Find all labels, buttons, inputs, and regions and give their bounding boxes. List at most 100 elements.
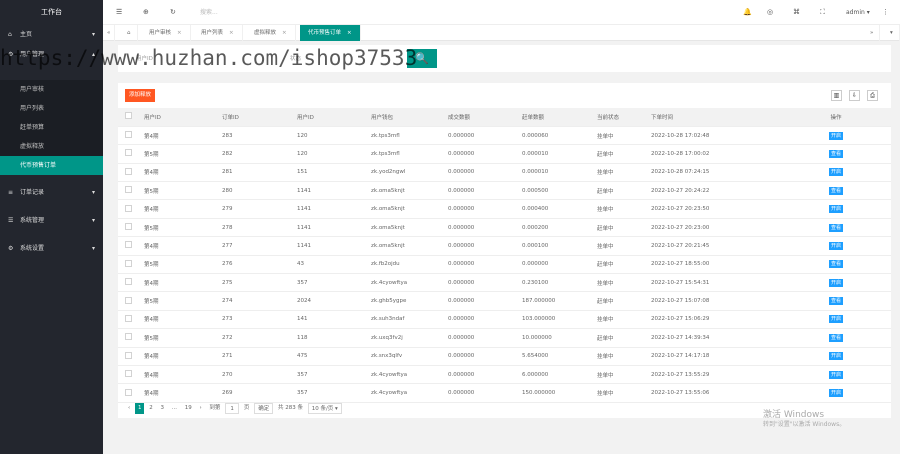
tabs-prev-icon[interactable]: « <box>103 25 116 41</box>
page-input[interactable]: 1 <box>225 403 240 414</box>
row-checkbox[interactable] <box>118 181 140 201</box>
more-icon[interactable]: ⋮ <box>882 0 889 25</box>
tab-release[interactable]: 虚拟释放 × <box>246 25 296 41</box>
table-cell-amt: 10.000000 <box>518 328 593 348</box>
row-action-button[interactable]: 开启 <box>828 168 843 177</box>
row-action-button[interactable]: 查看 <box>828 223 843 232</box>
row-checkbox[interactable] <box>118 383 140 403</box>
refresh-icon[interactable]: ↻ <box>170 0 176 25</box>
row-checkbox[interactable] <box>118 236 140 256</box>
row-action-button[interactable]: 查看 <box>828 297 843 306</box>
close-icon[interactable]: × <box>177 30 182 36</box>
table-cell-done: 0.000000 <box>444 181 518 201</box>
table-cell-order: 283 <box>218 126 293 146</box>
user-menu[interactable]: admin ▾ <box>846 0 870 25</box>
row-action-button[interactable]: 开启 <box>828 241 843 250</box>
tab-user-list[interactable]: 用户列表 × <box>193 25 243 41</box>
row-checkbox[interactable] <box>118 310 140 330</box>
table-cell-wallet: zk.4cyowftya <box>367 365 444 385</box>
nav-group-home[interactable]: ⌂ 主页 ▾ <box>0 25 103 45</box>
table-cell-time: 2022-10-28 17:02:48 <box>647 126 781 146</box>
print-icon[interactable]: ⎙ <box>867 90 878 101</box>
row-checkbox[interactable] <box>118 218 140 238</box>
table-cell-wallet: zk.suh3ndaf <box>367 310 444 330</box>
sidebar-item-user-audit[interactable]: 用户审核 <box>0 80 103 99</box>
row-checkbox[interactable] <box>118 199 140 219</box>
row-action-button[interactable]: 开启 <box>828 370 843 379</box>
page-last[interactable]: 19 <box>182 403 195 414</box>
sidebar-item-presale-orders[interactable]: 代币预售订单 <box>0 156 103 175</box>
tabs-bar: « ⌂ 用户审核 × 用户列表 × 虚拟释放 × 代币预售订单 × » ▾ <box>103 25 900 41</box>
add-release-button[interactable]: 添加释放 <box>125 89 156 102</box>
table-cell-done: 0.000000 <box>444 199 518 219</box>
bell-icon[interactable]: 🔔 <box>743 0 752 25</box>
row-checkbox[interactable] <box>118 328 140 348</box>
columns-icon[interactable]: ▥ <box>831 90 842 101</box>
row-checkbox[interactable] <box>118 291 140 311</box>
table-cell-amt: 0.000010 <box>518 163 593 183</box>
row-action-button[interactable]: 开启 <box>828 205 843 214</box>
table-cell-done: 0.000000 <box>444 365 518 385</box>
tabs-menu-icon[interactable]: ▾ <box>884 25 900 41</box>
row-action-button[interactable]: 查看 <box>828 186 843 195</box>
sidebar-item-user-list[interactable]: 用户列表 <box>0 99 103 118</box>
table-cell-order: 271 <box>218 347 293 366</box>
row-action-button[interactable]: 开启 <box>828 278 843 287</box>
page-prev[interactable]: ‹ <box>125 403 133 414</box>
row-checkbox[interactable] <box>118 255 140 275</box>
row-action-button[interactable]: 查看 <box>828 333 843 342</box>
menu-toggle-icon[interactable]: ☰ <box>116 0 122 25</box>
row-checkbox[interactable] <box>118 365 140 385</box>
sidebar-item-release[interactable]: 虚拟释放 <box>0 137 103 156</box>
table-cell-done: 0.000000 <box>444 163 518 183</box>
row-action-button[interactable]: 开启 <box>828 315 843 324</box>
row-action-button[interactable]: 开启 <box>828 389 843 398</box>
tab-user-audit[interactable]: 用户审核 × <box>141 25 191 41</box>
per-page-select[interactable]: 10 条/页 ▾ <box>307 403 342 414</box>
page-3[interactable]: 3 <box>157 403 167 414</box>
table-cell-status: 挂单中 <box>593 236 647 256</box>
close-icon[interactable]: × <box>347 30 352 36</box>
row-action-button[interactable]: 开启 <box>828 352 843 361</box>
row-action-button[interactable]: 查看 <box>828 149 843 158</box>
row-checkbox[interactable] <box>118 144 140 164</box>
table-cell-type: 第4期 <box>140 126 218 146</box>
close-icon[interactable]: × <box>282 30 287 36</box>
row-action-button[interactable]: 查看 <box>828 260 843 269</box>
row-action-button[interactable]: 开启 <box>828 131 843 140</box>
nav-group-settings[interactable]: ⚙ 系统设置 ▾ <box>0 239 103 259</box>
page-2[interactable]: 2 <box>146 403 156 414</box>
row-checkbox[interactable] <box>118 126 140 146</box>
tab-label: 虚拟释放 <box>254 30 277 36</box>
list-icon: ≡ <box>8 189 14 196</box>
page-confirm-button[interactable]: 确定 <box>254 403 274 414</box>
theme-icon[interactable]: ◎ <box>767 0 773 25</box>
col-header: 当前状态 <box>593 108 647 127</box>
nav-group-records[interactable]: ≡ 订单记录 ▾ <box>0 183 103 203</box>
search-input[interactable]: 搜索... <box>200 0 218 25</box>
close-icon[interactable]: × <box>229 30 234 36</box>
nav-group-system[interactable]: ☰ 系统管理 ▾ <box>0 211 103 231</box>
table-row: 第4期 273 141 zk.suh3ndaf 0.000000 103.000000 挂单… <box>118 310 891 330</box>
tab-presale-orders[interactable]: 代币预售订单 × <box>300 25 361 41</box>
row-checkbox[interactable] <box>118 347 140 366</box>
sidebar-item-budget[interactable]: 赶单预算 <box>0 118 103 137</box>
select-all-checkbox[interactable] <box>118 108 140 127</box>
chevron-down-icon: ▾ <box>91 31 95 38</box>
nav-group-label: 系统设置 <box>20 245 45 252</box>
table-cell-time: 2022-10-27 20:23:50 <box>647 199 781 219</box>
tabs-next-icon[interactable]: » <box>864 25 881 41</box>
fullscreen-icon[interactable]: ⛶ <box>820 0 825 25</box>
tag-icon[interactable]: ⌘ <box>793 0 800 25</box>
export-icon[interactable]: ⇩ <box>849 90 860 101</box>
row-checkbox[interactable] <box>118 163 140 183</box>
table-cell-type: 第4期 <box>140 365 218 385</box>
page-next[interactable]: › <box>196 403 204 414</box>
page-1[interactable]: 1 <box>134 403 145 414</box>
globe-icon[interactable]: ⊕ <box>143 0 149 25</box>
table-cell-amt: 5.654000 <box>518 347 593 366</box>
nav-group-label: 订单记录 <box>20 189 45 196</box>
home-tab-icon[interactable]: ⌂ <box>121 25 138 41</box>
row-checkbox[interactable] <box>118 273 140 293</box>
